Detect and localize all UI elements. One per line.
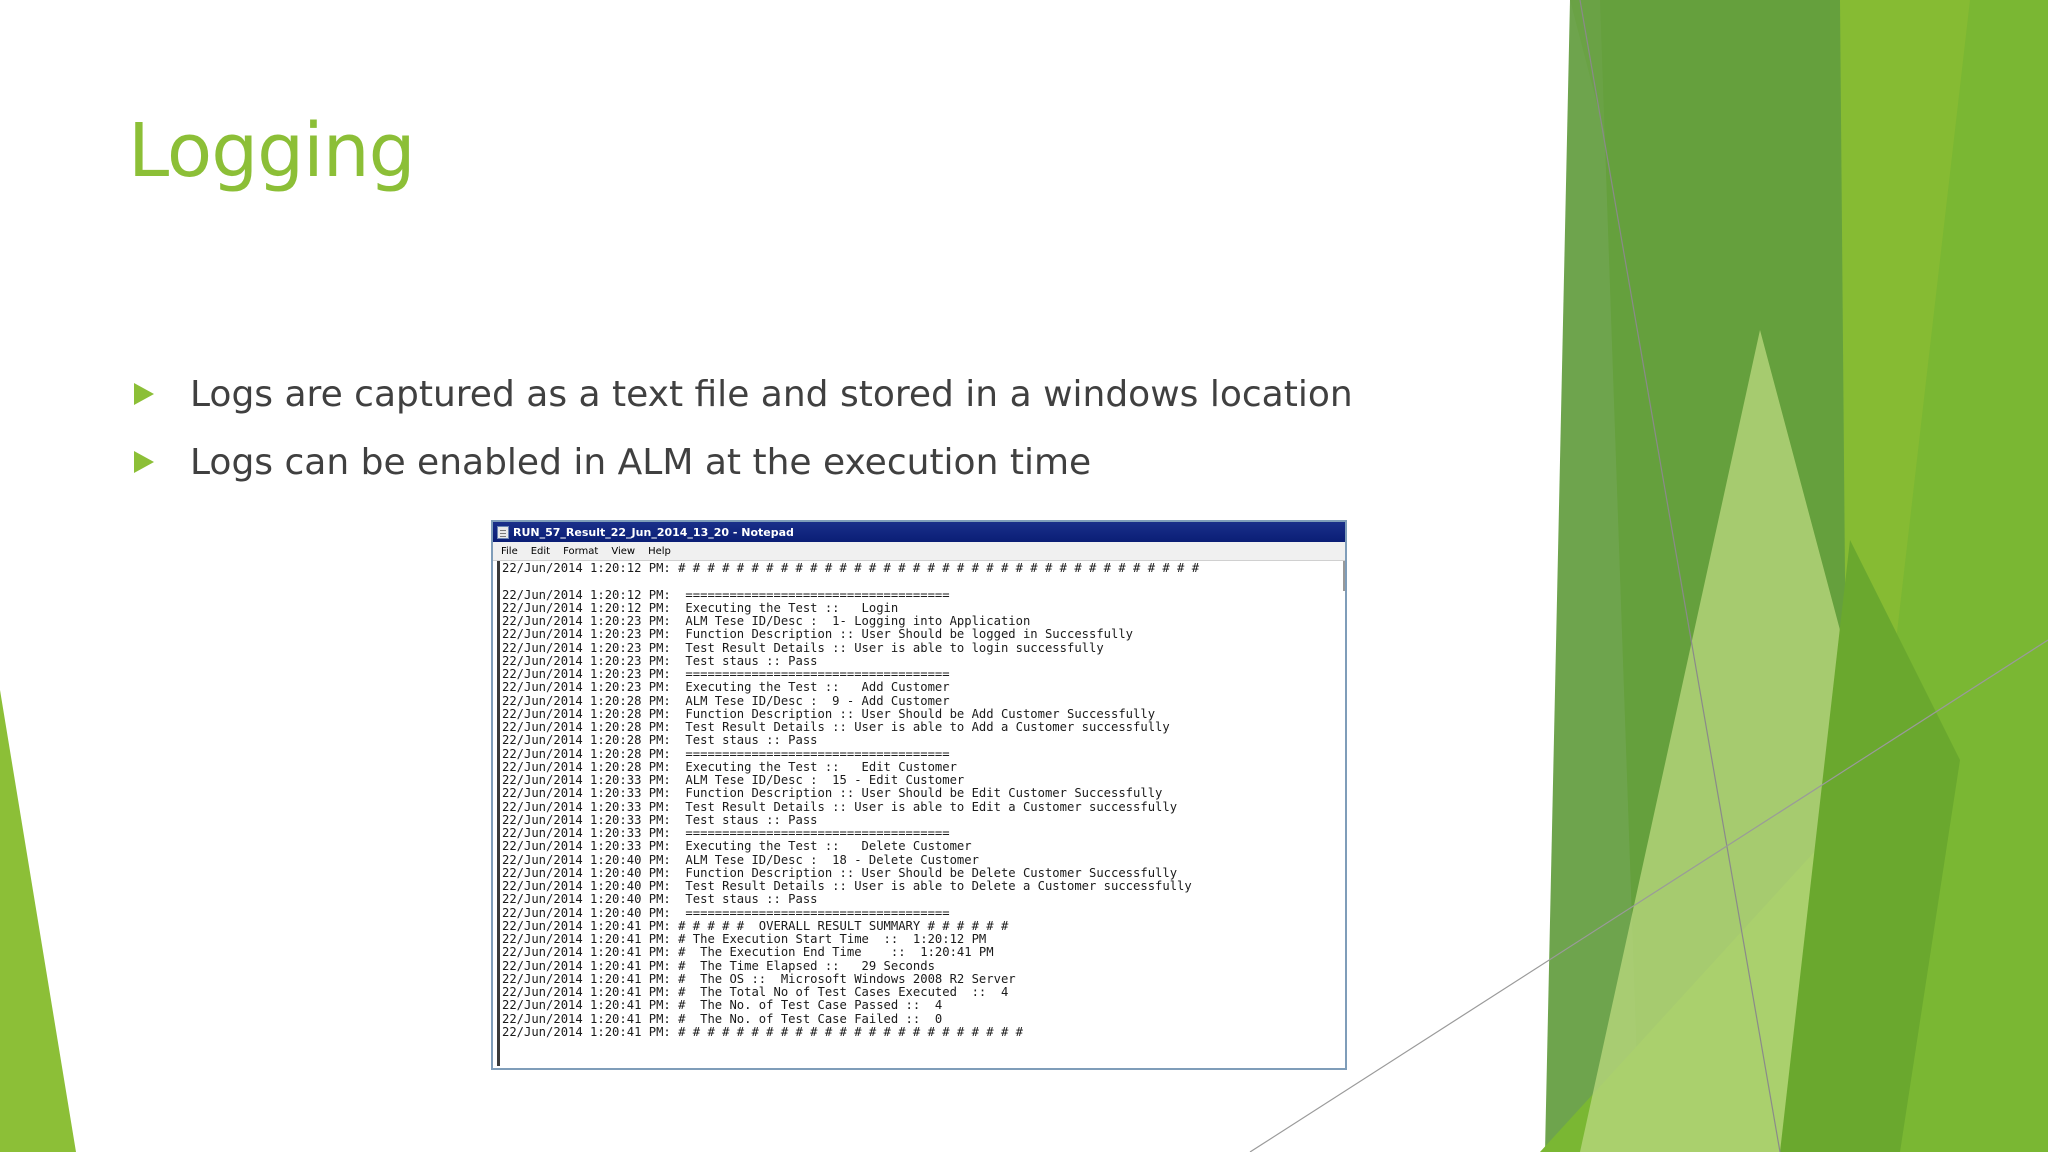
slide: Logging Logs are captured as a text file…: [0, 0, 2048, 1152]
log-line: 22/Jun/2014 1:20:28 PM: ================…: [502, 746, 950, 761]
log-line: 22/Jun/2014 1:20:23 PM: Executing the Te…: [502, 680, 950, 695]
log-line: 22/Jun/2014 1:20:28 PM: ALM Tese ID/Desc…: [502, 693, 950, 708]
log-line: 22/Jun/2014 1:20:40 PM: Test staus :: Pa…: [502, 892, 818, 907]
log-line: 22/Jun/2014 1:20:41 PM: # The No. of Tes…: [502, 1011, 943, 1026]
log-line: 22/Jun/2014 1:20:33 PM: ================…: [502, 826, 950, 840]
notepad-window-title: RUN_57_Result_22_Jun_2014_13_20 - Notepa…: [513, 525, 794, 539]
log-line: 22/Jun/2014 1:20:28 PM: Test staus :: Pa…: [502, 733, 818, 748]
menu-file[interactable]: File: [501, 546, 518, 557]
log-line: 22/Jun/2014 1:20:33 PM: ALM Tese ID/Desc…: [502, 773, 965, 787]
log-line: 22/Jun/2014 1:20:23 PM: Test staus :: Pa…: [502, 653, 818, 668]
log-line: 22/Jun/2014 1:20:33 PM: Function Descrip…: [502, 786, 1163, 801]
log-line: 22/Jun/2014 1:20:28 PM: Executing the Te…: [502, 759, 957, 774]
log-line: 22/Jun/2014 1:20:41 PM: # The No. of Tes…: [502, 998, 943, 1013]
log-line: 22/Jun/2014 1:20:12 PM: Executing the Te…: [502, 600, 899, 615]
scrollbar[interactable]: [1343, 561, 1345, 591]
triangle-bullet-icon: [134, 451, 154, 473]
log-line: 22/Jun/2014 1:20:23 PM: ALM Tese ID/Desc…: [502, 614, 1031, 628]
notepad-titlebar[interactable]: RUN_57_Result_22_Jun_2014_13_20 - Notepa…: [493, 522, 1345, 542]
log-line: 22/Jun/2014 1:20:41 PM: # # # # # # # # …: [502, 1024, 1023, 1039]
log-line: 22/Jun/2014 1:20:28 PM: Test Result Deta…: [502, 720, 1170, 734]
menu-edit[interactable]: Edit: [531, 546, 550, 557]
log-line: 22/Jun/2014 1:20:33 PM: Test Result Deta…: [502, 799, 1178, 814]
log-line: 22/Jun/2014 1:20:41 PM: # The OS :: Micr…: [502, 971, 1016, 986]
log-line: 22/Jun/2014 1:20:41 PM: # The Total No o…: [502, 985, 1009, 999]
bullet-item: Logs are captured as a text file and sto…: [130, 368, 1353, 420]
menu-format[interactable]: Format: [563, 546, 598, 557]
log-line: 22/Jun/2014 1:20:40 PM: ================…: [502, 905, 950, 920]
bullet-text: Logs can be enabled in ALM at the execut…: [190, 441, 1092, 483]
log-line: 22/Jun/2014 1:20:33 PM: Test staus :: Pa…: [502, 812, 818, 827]
log-line: 22/Jun/2014 1:20:23 PM: ================…: [502, 667, 950, 681]
notepad-icon: [497, 525, 509, 539]
log-line: 22/Jun/2014 1:20:28 PM: Function Descrip…: [502, 706, 1156, 721]
log-line: 22/Jun/2014 1:20:23 PM: Test Result Deta…: [502, 640, 1104, 655]
menu-view[interactable]: View: [611, 546, 635, 557]
slide-title: Logging: [128, 108, 416, 194]
bullet-text: Logs are captured as a text file and sto…: [190, 373, 1353, 415]
notepad-menubar: File Edit Format View Help: [493, 542, 1345, 561]
log-line: 22/Jun/2014 1:20:41 PM: # The Execution …: [502, 932, 987, 946]
log-line: 22/Jun/2014 1:20:23 PM: Function Descrip…: [502, 627, 1134, 642]
log-line: 22/Jun/2014 1:20:33 PM: Executing the Te…: [502, 839, 972, 854]
menu-help[interactable]: Help: [648, 546, 671, 557]
log-line: 22/Jun/2014 1:20:12 PM: ================…: [502, 587, 950, 602]
bullet-item: Logs can be enabled in ALM at the execut…: [130, 436, 1353, 488]
log-line: 22/Jun/2014 1:20:40 PM: Test Result Deta…: [502, 879, 1192, 893]
log-line: 22/Jun/2014 1:20:40 PM: Function Descrip…: [502, 865, 1178, 880]
notepad-window: RUN_57_Result_22_Jun_2014_13_20 - Notepa…: [491, 520, 1347, 1070]
notepad-text-area[interactable]: 22/Jun/2014 1:20:12 PM: # # # # # # # # …: [497, 561, 1345, 1066]
log-line: 22/Jun/2014 1:20:12 PM: # # # # # # # # …: [502, 561, 1200, 575]
triangle-bullet-icon: [134, 383, 154, 405]
log-line: 22/Jun/2014 1:20:41 PM: # The Execution …: [502, 945, 994, 960]
log-line: 22/Jun/2014 1:20:41 PM: # # # # # OVERAL…: [502, 918, 1009, 933]
log-line: 22/Jun/2014 1:20:40 PM: ALM Tese ID/Desc…: [502, 852, 979, 867]
bullet-list: Logs are captured as a text file and sto…: [130, 368, 1353, 504]
log-line: 22/Jun/2014 1:20:41 PM: # The Time Elaps…: [502, 958, 935, 973]
